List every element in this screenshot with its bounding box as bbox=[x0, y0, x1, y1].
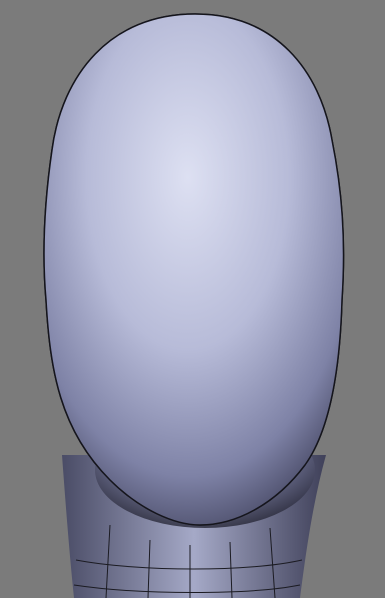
3d-viewport[interactable] bbox=[0, 0, 385, 598]
head-mesh-render[interactable] bbox=[0, 0, 385, 598]
